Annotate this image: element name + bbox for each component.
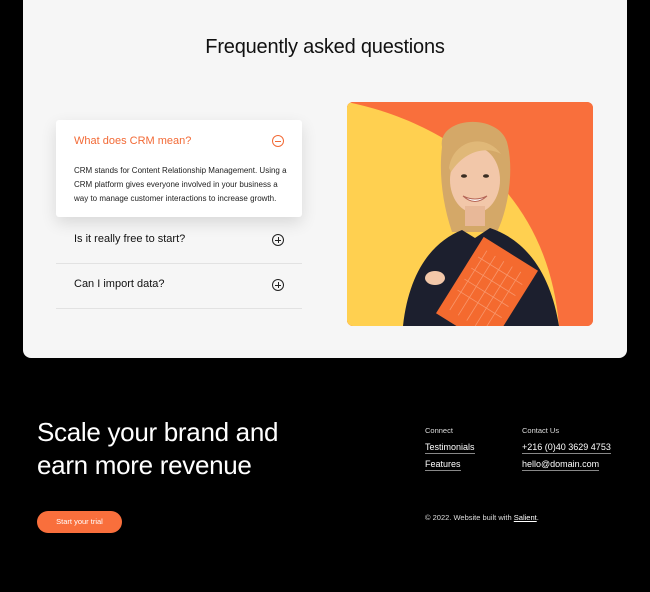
email-link[interactable]: hello@domain.com: [522, 459, 600, 471]
features-link[interactable]: Features: [425, 459, 461, 471]
connect-heading: Connect: [425, 426, 453, 435]
start-trial-button[interactable]: Start your trial: [37, 511, 122, 533]
plus-circle-icon[interactable]: [272, 279, 284, 291]
faq-title: Frequently asked questions: [205, 36, 445, 58]
cta-heading: Scale your brand and earn more revenue: [37, 416, 337, 482]
faq-question[interactable]: Can I import data?: [74, 278, 165, 290]
salient-link[interactable]: Salient: [514, 513, 537, 522]
phone-link[interactable]: +216 (0)40 3629 4753: [522, 442, 611, 454]
faq-photo: [347, 102, 593, 326]
copyright-end: .: [536, 513, 539, 522]
faq-section: Frequently asked questions What does CRM…: [23, 0, 627, 358]
minus-circle-icon[interactable]: [272, 135, 284, 147]
faq-question[interactable]: What does CRM mean?: [74, 135, 191, 147]
faq-item-import[interactable]: Can I import data?: [56, 264, 302, 309]
testimonials-link[interactable]: Testimonials: [425, 442, 475, 454]
copyright-text: © 2022. Website built with: [425, 513, 514, 522]
faq-question[interactable]: Is it really free to start?: [74, 233, 185, 245]
faq-item-crm[interactable]: What does CRM mean? CRM stands for Conte…: [56, 120, 302, 217]
cta-heading-line-2: earn more revenue: [37, 450, 252, 480]
faq-item-free[interactable]: Is it really free to start?: [56, 219, 302, 264]
cta-heading-line-1: Scale your brand and: [37, 417, 279, 447]
contact-heading: Contact Us: [522, 426, 560, 435]
faq-answer: CRM stands for Content Relationship Mana…: [74, 166, 287, 203]
copyright: © 2022. Website built with Salient.: [425, 513, 539, 522]
plus-circle-icon[interactable]: [272, 234, 284, 246]
